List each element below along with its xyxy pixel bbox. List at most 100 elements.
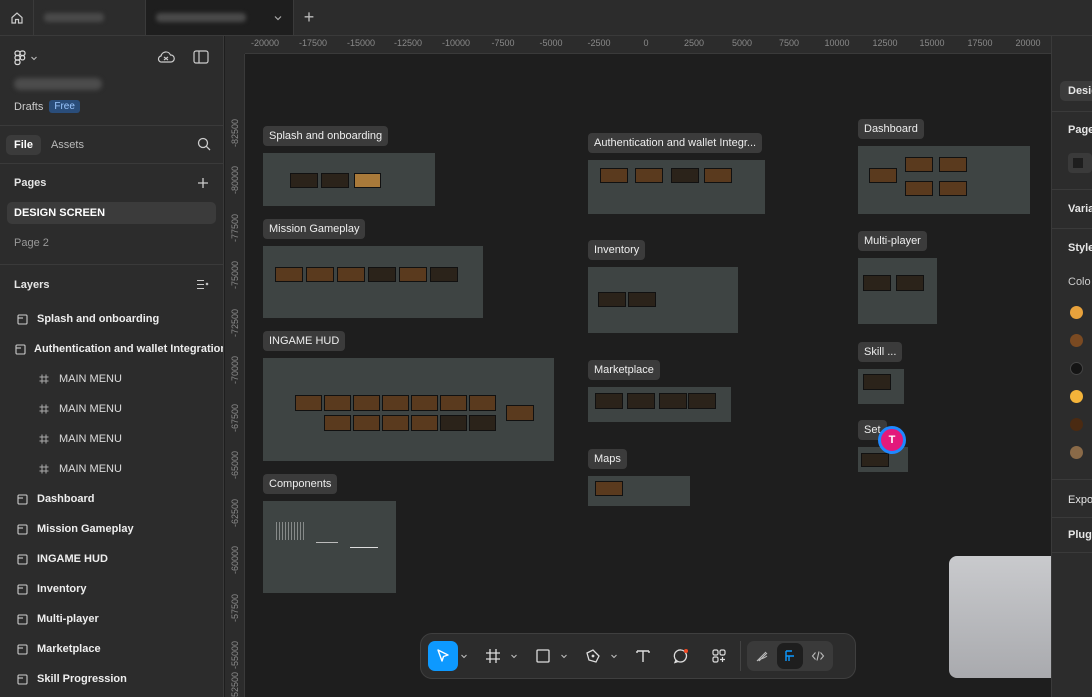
layer-item[interactable]: Inventory bbox=[0, 574, 223, 604]
frame-thumbnail[interactable] bbox=[659, 393, 687, 409]
section-components[interactable] bbox=[263, 501, 396, 593]
frame-thumbnail[interactable] bbox=[469, 415, 496, 431]
frame-thumbnail[interactable] bbox=[628, 292, 656, 307]
section-dashboard[interactable] bbox=[858, 146, 1030, 214]
frame-thumbnail[interactable] bbox=[275, 267, 303, 282]
draw-mode-button[interactable] bbox=[749, 643, 775, 669]
section-label-marketplace[interactable]: Marketplace bbox=[588, 360, 660, 380]
frame-thumbnail[interactable] bbox=[368, 267, 396, 282]
frame-thumbnail[interactable] bbox=[595, 393, 623, 409]
section-label-components[interactable]: Components bbox=[263, 474, 338, 494]
move-tool-dropdown[interactable] bbox=[458, 652, 470, 660]
add-page-icon[interactable] bbox=[197, 177, 209, 189]
section-label-ingame-hud[interactable]: INGAME HUD bbox=[263, 331, 346, 351]
section-marketplace[interactable] bbox=[588, 387, 731, 422]
search-icon[interactable] bbox=[197, 137, 211, 151]
frame-thumbnail[interactable] bbox=[595, 481, 623, 496]
dev-mode-button[interactable] bbox=[805, 643, 831, 669]
pen-tool-button[interactable] bbox=[578, 641, 608, 671]
new-tab-button[interactable]: + bbox=[294, 0, 324, 35]
section-label-authentication[interactable]: Authentication and wallet Integr... bbox=[588, 133, 763, 153]
layer-item[interactable]: Splash and onboarding bbox=[0, 304, 223, 334]
frame-thumbnail[interactable] bbox=[430, 267, 458, 282]
section-label-inventory[interactable]: Inventory bbox=[588, 240, 646, 260]
collaborator-avatar[interactable]: T bbox=[878, 426, 906, 454]
color-style-swatch[interactable] bbox=[1070, 362, 1083, 375]
layer-item[interactable]: MAIN MENU bbox=[0, 454, 223, 484]
canvas[interactable]: -20000 -17500 -15000 -12500 -10000 -7500… bbox=[225, 36, 1051, 697]
frame-thumbnail[interactable] bbox=[671, 168, 699, 183]
frame-tool-dropdown[interactable] bbox=[508, 652, 520, 660]
frame-thumbnail[interactable] bbox=[598, 292, 626, 307]
file-tab-active[interactable] bbox=[146, 0, 294, 35]
frame-thumbnail[interactable] bbox=[905, 181, 933, 196]
section-mission-gameplay[interactable] bbox=[263, 246, 483, 318]
frame-thumbnail[interactable] bbox=[469, 395, 496, 411]
frame-thumbnail[interactable] bbox=[399, 267, 427, 282]
section-label-skill[interactable]: Skill ... bbox=[858, 342, 903, 362]
layer-item[interactable]: Mission Gameplay bbox=[0, 514, 223, 544]
section-splash[interactable] bbox=[263, 153, 435, 206]
section-maps[interactable] bbox=[588, 476, 690, 506]
frame-thumbnail[interactable] bbox=[506, 405, 534, 421]
pen-tool-dropdown[interactable] bbox=[608, 652, 620, 660]
file-location[interactable]: Drafts Free bbox=[14, 100, 80, 113]
section-skill[interactable] bbox=[858, 369, 904, 404]
frame-thumbnail[interactable] bbox=[440, 415, 467, 431]
color-style-swatch[interactable] bbox=[1070, 306, 1083, 319]
plugins-label[interactable]: Plugi bbox=[1068, 529, 1092, 541]
layer-item[interactable]: Dashboard bbox=[0, 484, 223, 514]
section-label-multi-player[interactable]: Multi-player bbox=[858, 231, 927, 251]
move-tool-button[interactable] bbox=[428, 641, 458, 671]
frame-thumbnail[interactable] bbox=[411, 395, 438, 411]
frame-thumbnail[interactable] bbox=[353, 395, 380, 411]
frame-thumbnail[interactable] bbox=[688, 393, 716, 409]
section-multi-player[interactable] bbox=[858, 258, 937, 324]
frame-thumbnail[interactable] bbox=[321, 173, 349, 188]
frame-thumbnail[interactable] bbox=[382, 415, 409, 431]
section-authentication[interactable] bbox=[588, 160, 765, 214]
frame-thumbnail[interactable] bbox=[324, 395, 351, 411]
frame-thumbnail[interactable] bbox=[861, 453, 889, 467]
tab-assets[interactable]: Assets bbox=[43, 135, 92, 155]
frame-thumbnail[interactable] bbox=[440, 395, 467, 411]
color-style-swatch[interactable] bbox=[1070, 390, 1083, 403]
frame-thumbnail[interactable] bbox=[869, 168, 897, 183]
frame-thumbnail[interactable] bbox=[354, 173, 381, 188]
color-style-swatch[interactable] bbox=[1070, 418, 1083, 431]
layer-item[interactable]: MAIN MENU bbox=[0, 394, 223, 424]
actions-tool-button[interactable] bbox=[704, 641, 734, 671]
color-style-swatch[interactable] bbox=[1070, 446, 1083, 459]
frame-thumbnail[interactable] bbox=[337, 267, 365, 282]
sidebar-toggle-icon[interactable] bbox=[193, 50, 209, 64]
cloud-offline-icon[interactable] bbox=[157, 50, 175, 64]
page-color-field[interactable] bbox=[1068, 153, 1092, 173]
shape-tool-dropdown[interactable] bbox=[558, 652, 570, 660]
tab-design[interactable]: Desig bbox=[1060, 81, 1092, 101]
section-label-maps[interactable]: Maps bbox=[588, 449, 627, 469]
frame-thumbnail[interactable] bbox=[600, 168, 628, 183]
frame-thumbnail[interactable] bbox=[896, 275, 924, 291]
page-item-design-screen[interactable]: DESIGN SCREEN bbox=[7, 202, 216, 224]
page-item-page-2[interactable]: Page 2 bbox=[7, 232, 216, 254]
chevron-down-icon[interactable] bbox=[273, 13, 283, 23]
section-label-mission-gameplay[interactable]: Mission Gameplay bbox=[263, 219, 366, 239]
layer-item[interactable]: Multi-player bbox=[0, 604, 223, 634]
layer-item[interactable]: MAIN MENU bbox=[0, 424, 223, 454]
frame-thumbnail[interactable] bbox=[863, 275, 891, 291]
design-mode-button[interactable] bbox=[777, 643, 803, 669]
frame-thumbnail[interactable] bbox=[411, 415, 438, 431]
frame-thumbnail[interactable] bbox=[863, 374, 891, 390]
frame-thumbnail[interactable] bbox=[905, 157, 933, 172]
section-inventory[interactable] bbox=[588, 267, 738, 333]
frame-thumbnail[interactable] bbox=[306, 267, 334, 282]
variables-label[interactable]: Varia bbox=[1068, 203, 1092, 215]
section-ingame-hud[interactable] bbox=[263, 358, 554, 461]
comment-tool-button[interactable] bbox=[666, 641, 696, 671]
layer-item[interactable]: Authentication and wallet Integration bbox=[0, 334, 223, 364]
frame-tool-button[interactable] bbox=[478, 641, 508, 671]
frame-thumbnail[interactable] bbox=[939, 181, 967, 196]
frame-thumbnail[interactable] bbox=[939, 157, 967, 172]
export-label[interactable]: Expo bbox=[1068, 494, 1092, 506]
home-button[interactable] bbox=[0, 0, 34, 35]
